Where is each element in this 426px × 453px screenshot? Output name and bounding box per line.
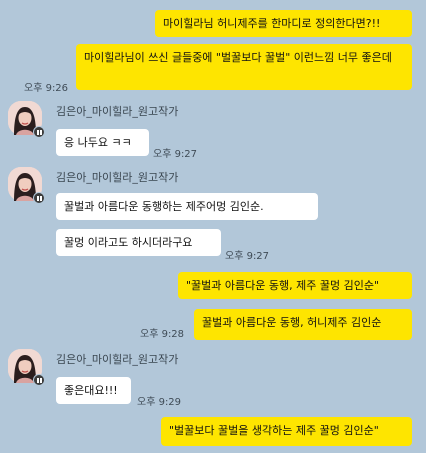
avatar[interactable] [8, 101, 45, 138]
message-time: 오후 9:27 [153, 149, 198, 160]
my-message-bubble[interactable]: 꿀벌과 아름다운 동행, 허니제주 김인순 [194, 309, 412, 340]
my-message-bubble[interactable]: 마이힐라님 허니제주를 한마디로 정의한다면?!! [155, 10, 412, 37]
badge-icon [33, 126, 45, 138]
received-message-bubble[interactable]: 응 나두요 ㅋㅋ [56, 129, 149, 156]
received-message-bubble[interactable]: 좋은대요!!! [56, 377, 131, 404]
message-time: 오후 9:27 [225, 251, 270, 262]
badge-icon [33, 192, 45, 204]
my-message-bubble[interactable]: "벌꿀보다 꿀벌을 생각하는 제주 꿀멍 김인순" [161, 417, 412, 446]
message-time: 오후 9:26 [24, 83, 69, 94]
my-message-bubble[interactable]: "꿀벌과 아름다운 동행, 제주 꿀멍 김인순" [178, 272, 412, 299]
sender-name: 김은아_마이힐라_원고작가 [56, 105, 179, 118]
my-message-bubble[interactable]: 마이힐라님이 쓰신 글들중에 "벌꿀보다 꿀벌" 이런느낌 너무 좋은데 [76, 44, 412, 90]
received-message-bubble[interactable]: 꿀멍 이라고도 하시더라구요 [56, 229, 221, 256]
avatar[interactable] [8, 167, 45, 204]
badge-icon [33, 374, 45, 386]
received-message-bubble[interactable]: 꿀벌과 아름다운 동행하는 제주어멍 김인순. [56, 193, 318, 220]
sender-name: 김은아_마이힐라_원고작가 [56, 171, 179, 184]
message-time: 오후 9:28 [140, 329, 185, 340]
sender-name: 김은아_마이힐라_원고작가 [56, 353, 179, 366]
message-time: 오후 9:29 [137, 397, 182, 408]
avatar[interactable] [8, 349, 45, 386]
